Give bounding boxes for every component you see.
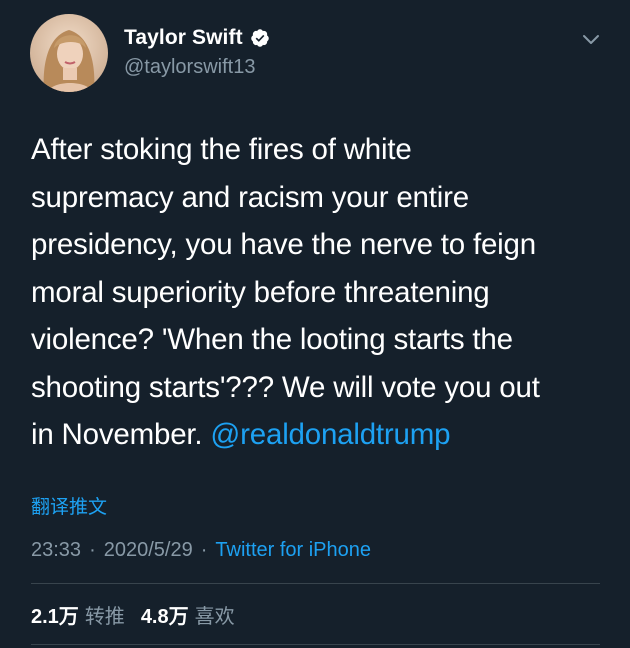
tweet-meta: 23:33 · 2020/5/29 · Twitter for iPhone — [31, 539, 371, 562]
tweet-text: After stoking the fires of white suprema… — [31, 126, 606, 459]
translate-tweet-link[interactable]: 翻译推文 — [31, 492, 107, 519]
tweet-time[interactable]: 23:33 — [31, 539, 81, 561]
likes-label: 喜欢 — [194, 606, 235, 628]
tweet-line-text: in November. — [31, 418, 211, 451]
retweets-count: 2.1万 — [31, 606, 79, 628]
divider — [31, 644, 600, 645]
separator-dot: · — [200, 539, 208, 561]
likes-count: 4.8万 — [140, 606, 189, 628]
tweet-line: moral superiority before threatening — [31, 275, 490, 309]
tweet-line-last: in November. @realdonaldtrump — [31, 411, 606, 459]
tweet-line: shooting starts'??? We will vote you out — [31, 370, 540, 404]
tweet-line: presidency, you have the nerve to feign — [31, 228, 536, 261]
tweet-line: supremacy and racism your entire — [31, 180, 469, 214]
tweet-stats: 2.1万 转推 4.8万 喜欢 — [31, 600, 251, 629]
tweet-source-link[interactable]: Twitter for iPhone — [215, 539, 371, 561]
tweet-line: After stoking the fires of white — [31, 133, 412, 166]
divider — [31, 583, 600, 584]
retweets-stat[interactable]: 2.1万 转推 — [31, 606, 141, 628]
user-handle[interactable]: @taylorswift13 — [124, 56, 255, 79]
retweets-label: 转推 — [84, 606, 125, 628]
mention-link[interactable]: @realdonaldtrump — [210, 418, 450, 451]
tweet-line: violence? 'When the looting starts the — [31, 323, 513, 356]
avatar[interactable] — [30, 14, 108, 92]
display-name[interactable]: Taylor Swift — [124, 26, 243, 50]
separator-dot: · — [89, 539, 96, 561]
chevron-down-icon[interactable] — [580, 28, 602, 50]
likes-stat[interactable]: 4.8万 喜欢 — [141, 606, 251, 628]
verified-badge-icon — [250, 28, 270, 48]
tweet-date[interactable]: 2020/5/29 — [104, 539, 193, 561]
